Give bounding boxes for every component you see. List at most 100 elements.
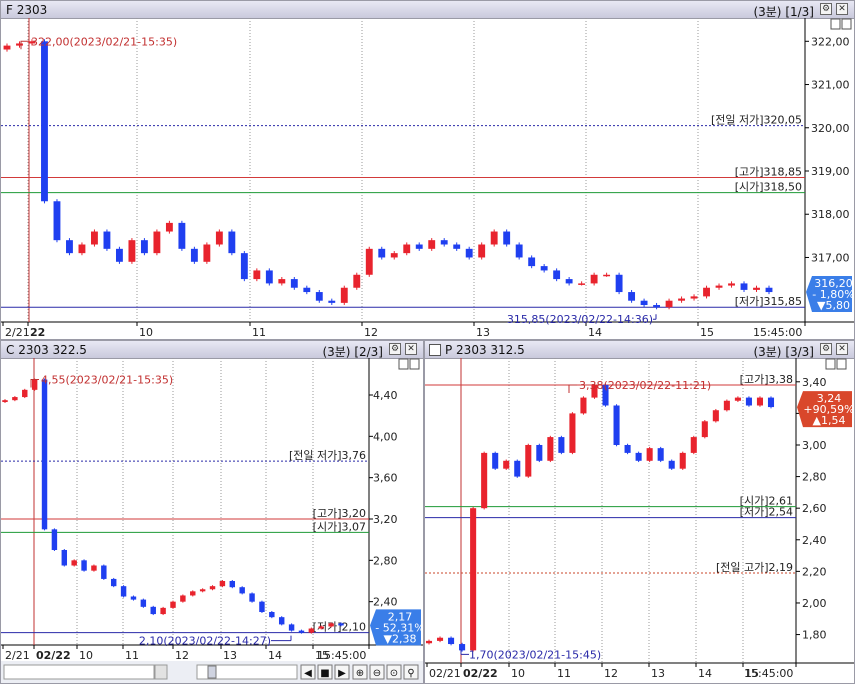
chart-scrollbar[interactable]: ◀ ■ ▶ ⊕ ⊖ ⊙ ⚲ [1, 661, 423, 683]
candle-body [503, 231, 511, 245]
y-tick-label: 2,20 [802, 565, 827, 578]
candle-body [481, 452, 488, 509]
scale-button [830, 18, 841, 30]
candle-body [269, 612, 275, 618]
x-tick-label: 2/21 [5, 649, 30, 661]
y-tick-label: 3,40 [802, 376, 827, 389]
candle-body [448, 637, 455, 645]
y-tick-label: 2,40 [802, 534, 827, 547]
candle-body [525, 444, 532, 477]
candle-body [679, 452, 686, 469]
close-icon[interactable]: ✕ [405, 343, 417, 355]
scroll-right-arrow[interactable] [154, 664, 168, 680]
candle-body [459, 644, 466, 651]
candle-body [53, 201, 61, 241]
candle-body [209, 586, 216, 590]
candle-body [81, 560, 87, 571]
candle-body [315, 292, 323, 301]
settings-icon[interactable]: ⚙ [820, 3, 832, 15]
put-chart-area[interactable]: 3,403,203,002,802,602,402,202,001,8002/2… [425, 358, 854, 683]
candle-body [690, 296, 698, 299]
candle-body [308, 628, 315, 633]
candle-body [259, 601, 265, 612]
candle-body [71, 560, 77, 566]
y-tick-label: 2,40 [373, 596, 398, 609]
candle-body [470, 508, 477, 651]
day-open-label: [시가]318,50 [735, 181, 802, 194]
max-annotation: 322,00(2023/02/21-15:35) [31, 35, 177, 48]
candle-body [624, 444, 631, 453]
close-icon[interactable]: ✕ [836, 343, 848, 355]
candle-body [140, 599, 147, 607]
settings-icon[interactable]: ⚙ [389, 343, 401, 355]
candle-body [603, 274, 611, 277]
panel-title: P 2303 312.5 [445, 343, 525, 357]
candle-body [465, 248, 473, 258]
panel-titlebar: F 2303 (3분) [1/3] ⚙ ✕ [1, 1, 854, 19]
chart-panel-call: C 2303 322.5 (3분) [2/3] ⚙ ✕ 4,40 4,00 3,60… [0, 340, 424, 684]
chart-panel-futures: F 2303 (3분) [1/3] ⚙ ✕ 322,00 321,00 320,00… [0, 0, 855, 340]
candle-body [628, 292, 636, 301]
candle-body [2, 400, 8, 403]
candle-body [290, 279, 298, 288]
candle-body [128, 240, 136, 262]
badge-change: ▼5,80 [817, 299, 850, 312]
futures-chart-area[interactable]: 322,00 321,00 320,00 319,00 318,00 317,00 2/21… [1, 18, 854, 339]
candle-body [103, 231, 111, 249]
x-tick-label: 15:45:00 [317, 649, 366, 661]
y-tick-label: 2,60 [802, 502, 827, 515]
candle-body [288, 624, 295, 631]
x-tick-label: 13 [223, 649, 237, 661]
max-marker-arrow [568, 384, 577, 393]
zoom-icon: ⊙ [390, 668, 398, 679]
candle-body [249, 593, 255, 602]
x-tick-label: 22 [30, 326, 45, 339]
candle-body [514, 460, 521, 477]
candle-body [712, 410, 719, 422]
max-annotation: 3,38(2023/02/22-11:21) [579, 379, 711, 392]
candle-body [565, 279, 573, 284]
max-annotation: 4,55(2023/02/21-15:35) [41, 374, 173, 387]
candle-body [265, 270, 273, 284]
y-tick-label: 319,00 [811, 165, 850, 178]
prev-low-label: [전일 저가]320,05 [711, 113, 802, 127]
candle-body [365, 248, 373, 275]
close-icon[interactable]: ✕ [836, 3, 848, 15]
candle-body [66, 240, 73, 254]
candle-body [569, 413, 576, 453]
y-tick-label: 322,00 [811, 35, 850, 48]
candle-body [239, 587, 245, 594]
call-chart-area[interactable]: 4,40 4,00 3,60 3,20 2,80 2,40 2/21 02/22 10 11 12 1… [1, 358, 423, 661]
scale-button [825, 358, 836, 370]
candle-body [110, 578, 117, 587]
day-open-label: [시가]3,07 [313, 520, 366, 533]
y-tick-label: 1,80 [802, 629, 827, 642]
y-tick-label: 2,80 [373, 554, 398, 567]
day-high-label: [고가]3,38 [740, 373, 793, 386]
candle-body [12, 397, 18, 401]
candle-body [240, 253, 248, 280]
y-tick-label: 2,80 [802, 471, 827, 484]
candle-body [101, 565, 107, 579]
period-label: (3분) [322, 345, 351, 359]
candle-body [528, 257, 536, 267]
page-indicator: [3/3] [785, 345, 814, 359]
candle-body [425, 640, 433, 644]
zoom-slider-thumb[interactable] [207, 665, 217, 679]
y-tick-label: 317,00 [811, 251, 850, 264]
candle-body [701, 421, 708, 438]
period-label: (3분) [753, 345, 782, 359]
candle-body [703, 287, 710, 297]
candle-body [303, 287, 311, 293]
candle-body [318, 626, 324, 629]
select-checkbox[interactable] [429, 344, 441, 356]
zoom-icon: ⊖ [373, 668, 381, 679]
x-tick-label: 14 [698, 667, 712, 680]
settings-icon[interactable]: ⚙ [820, 343, 832, 355]
x-tick-label: 11 [557, 667, 571, 680]
panel-title: C 2303 322.5 [6, 343, 87, 357]
candle-body [723, 400, 730, 411]
day-high-label: [고가]3,20 [313, 507, 366, 520]
min-marker-arrow [271, 635, 292, 642]
y-tick-label: 320,00 [811, 122, 850, 135]
